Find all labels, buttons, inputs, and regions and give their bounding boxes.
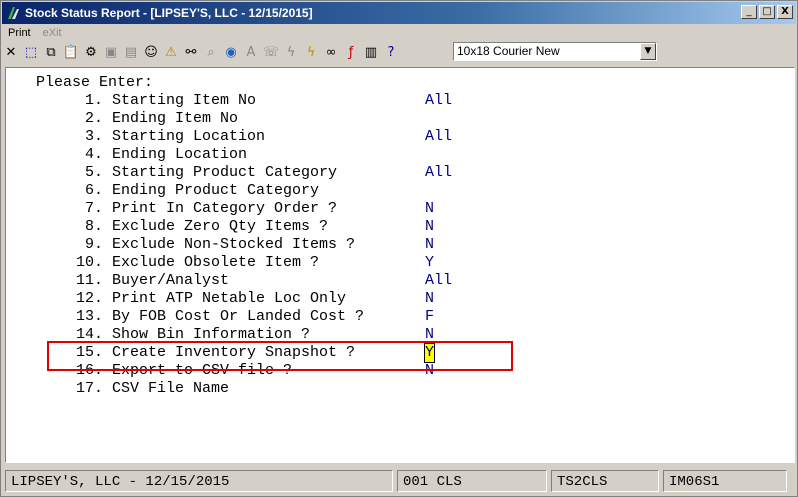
binoculars-icon[interactable]: ⚯ bbox=[182, 43, 200, 61]
field-label: 5. Starting Product Category bbox=[76, 164, 338, 181]
close-button[interactable]: X bbox=[777, 5, 793, 19]
field-value[interactable]: All bbox=[425, 128, 452, 146]
macro-icon[interactable]: ϟ bbox=[302, 43, 320, 61]
toolbar: ✕ ⬚ ⧉ 📋 ⚙ ▣ ▤ ☺ ⚠ ⚯ ⌕ ◉ A ☏ ϟ ϟ ∞ ƒ ▥ ? bbox=[2, 41, 796, 63]
status-company: LIPSEY'S, LLC - 12/15/2015 bbox=[5, 470, 393, 492]
field-label: 17. CSV File Name bbox=[76, 380, 230, 397]
field-label: 7. Print In Category Order ? bbox=[76, 200, 338, 217]
warning-icon[interactable]: ⚠ bbox=[162, 43, 180, 61]
minimize-button[interactable]: _ bbox=[741, 5, 757, 19]
field-label: 11. Buyer/Analyst bbox=[76, 272, 230, 289]
menu-exit[interactable]: eXit bbox=[37, 25, 68, 41]
field-label: 8. Exclude Zero Qty Items ? bbox=[76, 218, 329, 235]
prompt-text: Please Enter: bbox=[36, 74, 154, 91]
field-label: 12. Print ATP Netable Loc Only bbox=[76, 290, 347, 307]
field-label: 9. Exclude Non-Stocked Items ? bbox=[76, 236, 356, 253]
function-icon[interactable]: ƒ bbox=[342, 43, 360, 61]
app-logo-icon bbox=[5, 5, 21, 21]
font-select[interactable]: 10x18 Courier New ▼ bbox=[453, 42, 657, 61]
field-label: 13. By FOB Cost Or Landed Cost ? bbox=[76, 308, 365, 325]
field-label: 4. Ending Location bbox=[76, 146, 248, 163]
help-icon[interactable]: ? bbox=[382, 43, 400, 61]
font-icon[interactable]: A bbox=[242, 43, 260, 61]
screen-print-icon[interactable]: ▣ bbox=[102, 43, 120, 61]
field-value[interactable]: N bbox=[425, 290, 434, 308]
field-value[interactable]: All bbox=[425, 164, 452, 182]
status-session: TS2CLS bbox=[551, 470, 659, 492]
menu-bar: Print eXit bbox=[2, 25, 68, 41]
field-value[interactable]: All bbox=[425, 272, 452, 290]
notes-icon[interactable]: ▥ bbox=[362, 43, 380, 61]
maximize-button[interactable]: □ bbox=[759, 5, 775, 19]
zoom-icon[interactable]: ⌕ bbox=[202, 43, 220, 61]
field-value[interactable]: All bbox=[425, 92, 452, 110]
field-value[interactable]: F bbox=[425, 308, 434, 326]
field-value[interactable]: N bbox=[425, 236, 434, 254]
menu-print[interactable]: Print bbox=[2, 25, 37, 41]
window-title: Stock Status Report - [LIPSEY'S, LLC - 1… bbox=[25, 6, 313, 20]
font-select-value: 10x18 Courier New bbox=[457, 44, 560, 58]
copy-icon[interactable]: ⧉ bbox=[42, 43, 60, 61]
title-bar[interactable]: Stock Status Report - [LIPSEY'S, LLC - 1… bbox=[2, 2, 796, 24]
paste-icon[interactable]: 📋 bbox=[62, 43, 80, 61]
select-icon[interactable]: ⬚ bbox=[22, 43, 40, 61]
highlight-box bbox=[47, 341, 513, 371]
link-icon[interactable]: ∞ bbox=[322, 43, 340, 61]
status-bar: LIPSEY'S, LLC - 12/15/2015 001 CLS TS2CL… bbox=[5, 470, 791, 494]
status-code: 001 CLS bbox=[397, 470, 547, 492]
terminal-screen[interactable]: Please Enter: 1. Starting Item No All 2. … bbox=[5, 67, 795, 463]
print-setup-icon[interactable]: ⚙ bbox=[82, 43, 100, 61]
status-program: IM06S1 bbox=[663, 470, 787, 492]
field-label: 2. Ending Item No bbox=[76, 110, 239, 127]
field-label: 10. Exclude Obsolete Item ? bbox=[76, 254, 320, 271]
document-icon[interactable]: ▤ bbox=[122, 43, 140, 61]
chat-icon[interactable]: ☏ bbox=[262, 43, 280, 61]
app-window: Stock Status Report - [LIPSEY'S, LLC - 1… bbox=[0, 0, 798, 497]
field-value[interactable]: N bbox=[425, 218, 434, 236]
chevron-down-icon[interactable]: ▼ bbox=[640, 43, 656, 60]
field-value[interactable]: N bbox=[425, 200, 434, 218]
lightning-icon[interactable]: ϟ bbox=[282, 43, 300, 61]
field-label: 1. Starting Item No bbox=[76, 92, 257, 109]
user-icon[interactable]: ☺ bbox=[142, 43, 160, 61]
field-label: 6. Ending Product Category bbox=[76, 182, 320, 199]
field-label: 3. Starting Location bbox=[76, 128, 266, 145]
globe-icon[interactable]: ◉ bbox=[222, 43, 240, 61]
field-value[interactable]: Y bbox=[425, 254, 434, 272]
cut-icon[interactable]: ✕ bbox=[2, 43, 20, 61]
